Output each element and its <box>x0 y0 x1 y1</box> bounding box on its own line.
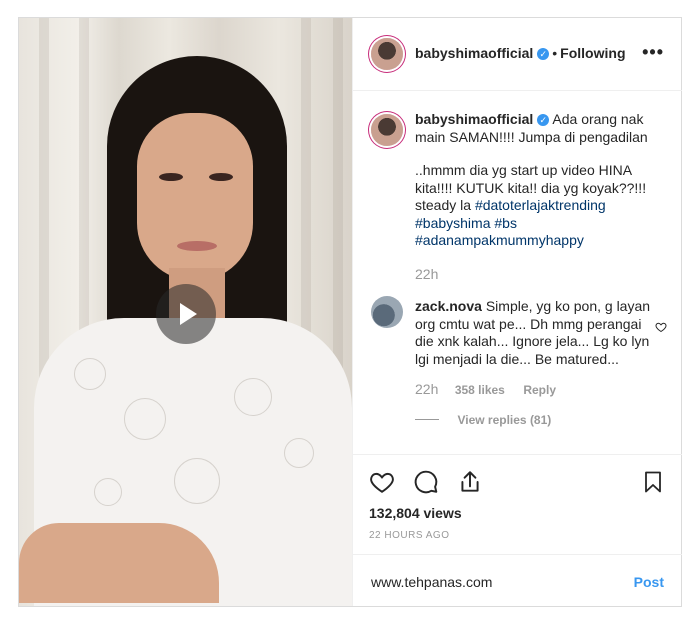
verified-icon: ✓ <box>537 114 550 126</box>
comment-likes[interactable]: 358 likes <box>455 383 505 397</box>
verified-icon: ✓ <box>537 48 550 60</box>
hashtag-link[interactable]: #adanampakmummyhappy <box>415 232 584 248</box>
avatar[interactable] <box>371 38 403 70</box>
hashtag-link[interactable]: #babyshima <box>415 215 491 231</box>
comment-heart-icon[interactable] <box>655 321 667 333</box>
more-icon[interactable]: ••• <box>642 42 664 63</box>
action-bar <box>353 454 682 505</box>
caption: babyshimaofficial ✓ Ada orang nak main SA… <box>415 111 665 282</box>
comment-item: zack.nova Simple, yg ko pon, g layan org… <box>415 298 653 429</box>
post-button[interactable]: Post <box>634 574 664 590</box>
comment-icon[interactable] <box>413 469 439 495</box>
face-shape <box>137 113 253 281</box>
add-comment-bar: www.tehpanas.com Post <box>353 554 682 607</box>
comment-input[interactable]: www.tehpanas.com <box>371 574 492 590</box>
hashtag-link[interactable]: #datoterlajaktrending <box>475 197 606 213</box>
comment-username[interactable]: zack.nova <box>415 298 482 314</box>
following-button[interactable]: Following <box>560 45 625 61</box>
comment-time[interactable]: 22h <box>415 381 438 397</box>
views-count[interactable]: 132,804 views <box>369 505 462 521</box>
post-panel: babyshimaofficial ✓ • Following ••• babyshi… <box>352 18 682 607</box>
view-replies-button[interactable]: View replies (81) <box>457 413 551 427</box>
hands-shape <box>19 523 219 603</box>
video-media[interactable] <box>19 18 352 606</box>
caption-avatar[interactable] <box>371 114 403 146</box>
header-username[interactable]: babyshimaofficial <box>415 45 533 61</box>
separator-dot: • <box>552 45 558 61</box>
replies-divider <box>415 419 439 421</box>
play-icon <box>180 303 197 325</box>
play-button[interactable] <box>156 284 216 344</box>
share-icon[interactable] <box>457 469 483 495</box>
heart-icon[interactable] <box>369 469 395 495</box>
bookmark-icon[interactable] <box>641 469 665 495</box>
reply-button[interactable]: Reply <box>523 383 556 397</box>
post-card: babyshimaofficial ✓ • Following ••• babyshi… <box>18 17 682 607</box>
post-timestamp[interactable]: 22 HOURS AGO <box>369 530 449 541</box>
caption-username[interactable]: babyshimaofficial <box>415 111 533 127</box>
hashtag-link[interactable]: #bs <box>494 215 517 231</box>
caption-time[interactable]: 22h <box>415 266 665 282</box>
commenter-avatar[interactable] <box>371 296 403 328</box>
post-header: babyshimaofficial ✓ • Following ••• <box>353 18 682 91</box>
